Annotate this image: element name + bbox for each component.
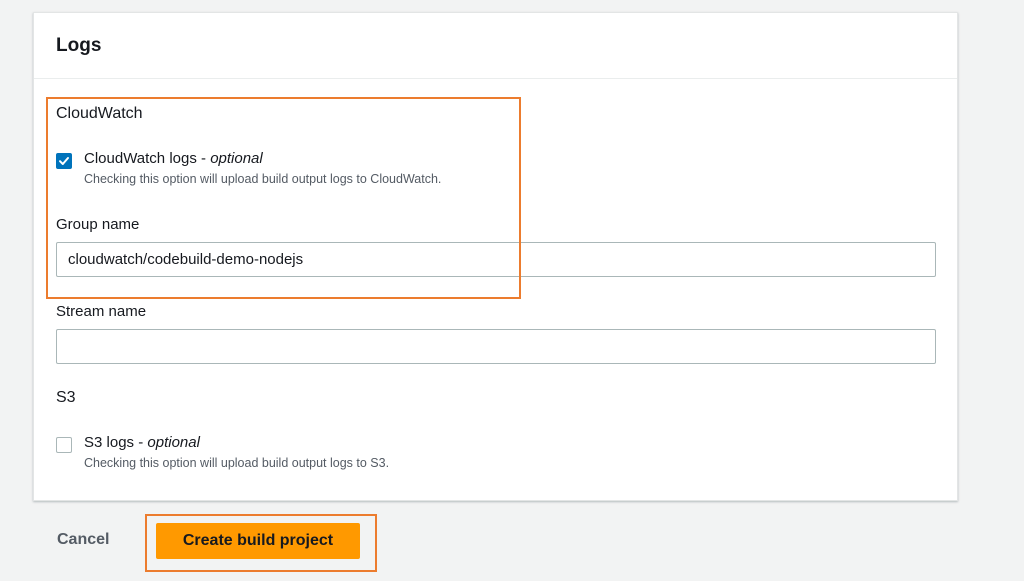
- stream-name-input[interactable]: [56, 329, 936, 364]
- cancel-button[interactable]: Cancel: [57, 531, 109, 549]
- group-name-label: Group name: [56, 216, 140, 233]
- s3-section-label: S3: [56, 389, 76, 406]
- cloudwatch-logs-description: Checking this option will upload build o…: [84, 172, 442, 186]
- logs-panel: Logs CloudWatch CloudWatch logs - option…: [33, 12, 958, 501]
- panel-header: Logs: [34, 13, 957, 79]
- cloudwatch-logs-label[interactable]: CloudWatch logs - optional: [84, 150, 263, 167]
- s3-logs-label-text: S3 logs: [84, 434, 135, 451]
- cloudwatch-logs-label-text: CloudWatch logs: [84, 150, 197, 167]
- create-build-project-button[interactable]: Create build project: [156, 523, 360, 559]
- s3-logs-checkbox[interactable]: [56, 437, 72, 453]
- cloudwatch-section-label: CloudWatch: [56, 105, 143, 122]
- panel-title: Logs: [56, 35, 102, 56]
- s3-logs-label[interactable]: S3 logs - optional: [84, 434, 200, 451]
- s3-logs-description: Checking this option will upload build o…: [84, 456, 390, 470]
- cloudwatch-logs-checkbox[interactable]: [56, 153, 72, 169]
- stream-name-label: Stream name: [56, 303, 147, 320]
- cloudwatch-logs-optional-tag: optional: [210, 150, 263, 167]
- s3-logs-optional-tag: optional: [147, 434, 200, 451]
- checkmark-icon: [59, 157, 69, 165]
- group-name-input[interactable]: [56, 242, 936, 277]
